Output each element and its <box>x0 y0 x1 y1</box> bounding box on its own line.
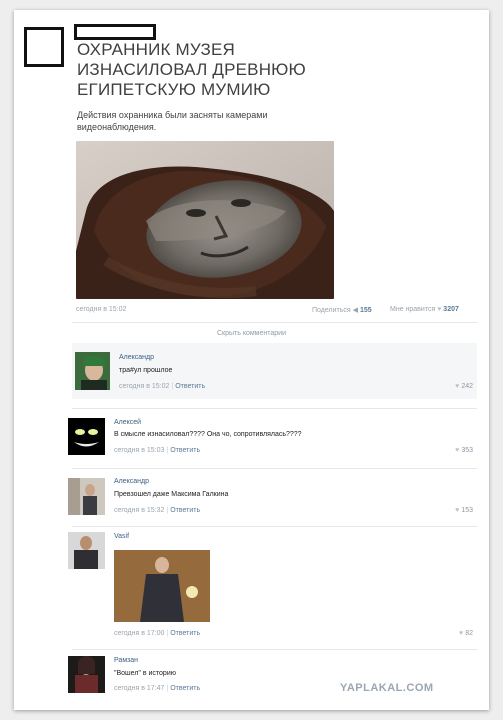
reply-button[interactable]: Ответить <box>170 630 200 637</box>
post-time[interactable]: сегодня в 15:02 <box>76 306 126 313</box>
like-button[interactable]: Мне нравится ♥ 3207 <box>390 306 459 313</box>
like-count: 82 <box>465 630 473 637</box>
post-title-line: изнасиловал древнюю <box>77 60 306 79</box>
author-avatar-redacted[interactable] <box>24 27 64 67</box>
comment-meta: сегодня в 15:02 | Ответить <box>119 383 206 390</box>
author-name-redacted[interactable] <box>74 24 156 40</box>
avatar[interactable] <box>75 352 110 390</box>
post-photo[interactable] <box>76 141 334 299</box>
heart-icon: ♥ <box>459 630 464 637</box>
divider <box>72 649 477 650</box>
like-count: 353 <box>461 447 473 454</box>
post-screenshot: Охранник музея изнасиловал древнюю египе… <box>14 10 489 710</box>
comment-like[interactable]: ♥ 153 <box>455 507 473 514</box>
comment-time[interactable]: сегодня в 15:32 <box>114 507 164 514</box>
comment-meta: сегодня в 17:47 | Ответить <box>114 685 201 692</box>
post-subtitle: Действия охранника были засняты камерами… <box>77 110 268 132</box>
heart-icon: ♥ <box>455 507 460 514</box>
comment-like[interactable]: ♥ 242 <box>455 383 473 390</box>
comment-author[interactable]: Рамзан <box>114 657 138 664</box>
hide-comments-link[interactable]: Скрыть комментарии <box>14 330 489 337</box>
avatar[interactable] <box>68 532 105 569</box>
avatar[interactable] <box>68 656 105 693</box>
like-count: 153 <box>461 507 473 514</box>
comment-meta: сегодня в 15:03 | Ответить <box>114 447 201 454</box>
post-title-line: египетскую мумию <box>77 80 271 99</box>
like-label: Мне нравится <box>390 306 436 313</box>
comment-meta: сегодня в 17:00 | Ответить <box>114 630 201 637</box>
reply-button[interactable]: Ответить <box>170 685 200 692</box>
like-count: 242 <box>461 383 473 390</box>
avatar[interactable] <box>68 418 105 455</box>
comment-author[interactable]: Александр <box>119 354 154 361</box>
comment-author[interactable]: Александр <box>114 478 149 485</box>
reply-button[interactable]: Ответить <box>170 447 200 454</box>
comment-time[interactable]: сегодня в 15:02 <box>119 383 169 390</box>
share-label: Поделиться <box>312 307 351 314</box>
comment-text: Превзошел даже Максима Галкина <box>114 491 229 498</box>
post-title: Охранник музея изнасиловал древнюю египе… <box>77 40 377 100</box>
avatar[interactable] <box>68 478 105 515</box>
comment-text: В смысле изнасиловал???? Она чо, сопроти… <box>114 431 302 438</box>
share-count: 155 <box>359 307 372 314</box>
comment-time[interactable]: сегодня в 15:03 <box>114 447 164 454</box>
comment-author[interactable]: Алексей <box>114 419 141 426</box>
comment-time[interactable]: сегодня в 17:00 <box>114 630 164 637</box>
reply-button[interactable]: Ответить <box>170 507 200 514</box>
like-count: 3207 <box>443 306 459 313</box>
heart-icon: ♥ <box>455 447 460 454</box>
comment-text: "Вошел" в историю <box>114 670 176 677</box>
post-title-line: Охранник музея <box>77 40 236 59</box>
comment-photo[interactable] <box>114 550 210 622</box>
share-button[interactable]: Поделиться ◀ 155 <box>312 306 372 314</box>
comment-like[interactable]: ♥ 82 <box>459 630 473 637</box>
comment-meta: сегодня в 15:32 | Ответить <box>114 507 201 514</box>
comment-text: тра#ул прошлое <box>119 367 173 374</box>
comment-author[interactable]: Vasif <box>114 533 129 540</box>
divider <box>72 322 477 323</box>
megaphone-icon: ◀ <box>352 307 358 314</box>
comment-time[interactable]: сегодня в 17:47 <box>114 685 164 692</box>
divider <box>72 408 477 409</box>
heart-icon: ♥ <box>455 383 460 390</box>
heart-icon: ♥ <box>437 306 442 313</box>
comment-like[interactable]: ♥ 353 <box>455 447 473 454</box>
divider <box>72 468 477 469</box>
watermark: YAPLAKAL.COM <box>340 682 434 694</box>
reply-button[interactable]: Ответить <box>175 383 205 390</box>
divider <box>72 526 477 527</box>
